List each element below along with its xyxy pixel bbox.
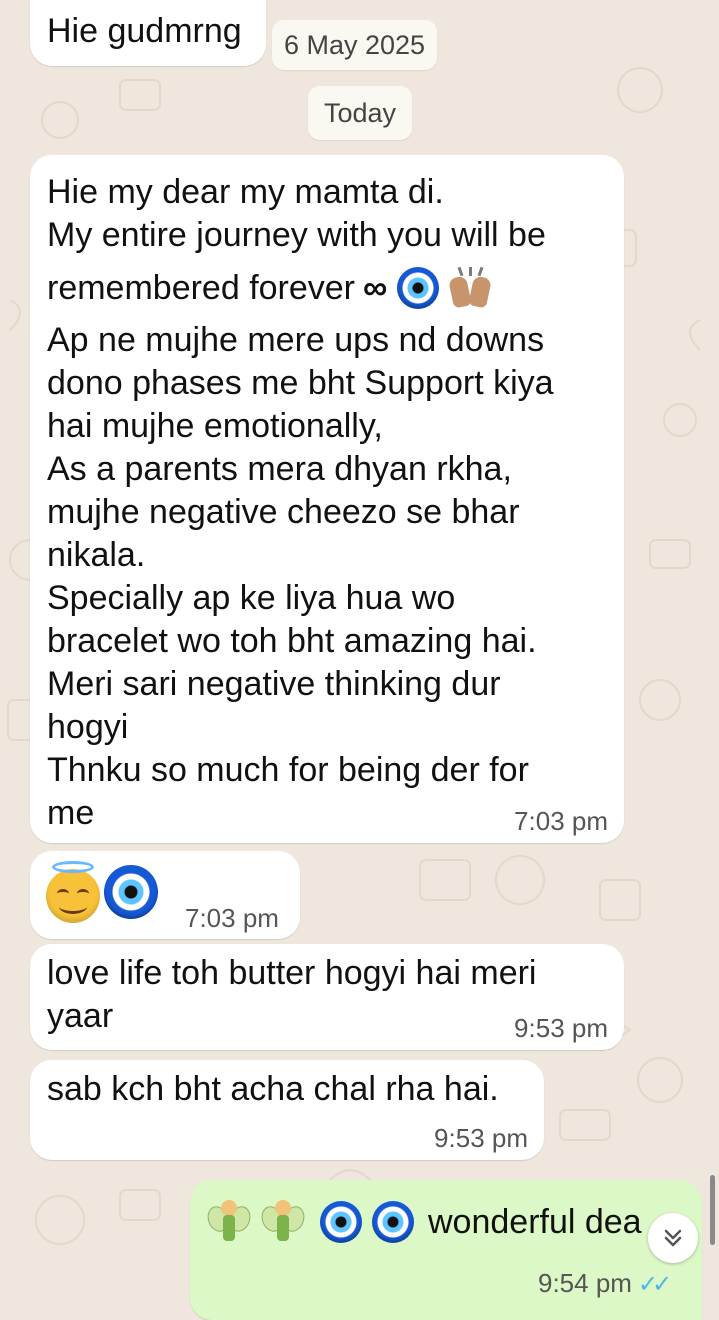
fairy-icon bbox=[204, 1198, 254, 1246]
message-text: wonderful dea bbox=[428, 1202, 642, 1241]
message-bubble-incoming[interactable]: Hie gudmrng bbox=[30, 0, 266, 66]
message-text: My entire journey with you will be bbox=[47, 216, 546, 254]
message-text: love life toh butter hogyi hai meri yaar bbox=[47, 954, 537, 1035]
message-text: Hie my dear my mamta di. bbox=[47, 173, 444, 211]
message-text: remembered forever bbox=[47, 268, 356, 307]
message-bubble-outgoing[interactable]: wonderful dea 9:54 pm ✓✓ bbox=[190, 1180, 702, 1320]
message-time: 9:53 pm bbox=[434, 1123, 528, 1153]
evil-eye-icon bbox=[104, 865, 158, 919]
message-bubble-incoming[interactable]: 7:03 pm bbox=[30, 851, 300, 939]
date-separator: 6 May 2025 bbox=[272, 20, 437, 70]
message-text: Ap ne mujhe mere ups nd downs dono phase… bbox=[47, 321, 554, 832]
message-text: Hie gudmrng bbox=[47, 12, 242, 50]
message-bubble-incoming[interactable]: love life toh butter hogyi hai meri yaar… bbox=[30, 944, 624, 1050]
raised-hands-icon bbox=[447, 266, 493, 309]
infinity-icon: ∞ bbox=[363, 268, 388, 307]
message-time: 9:54 pm ✓✓ bbox=[538, 1268, 672, 1298]
message-time: 9:53 pm bbox=[514, 1013, 608, 1043]
evil-eye-icon bbox=[397, 267, 440, 309]
message-bubble-incoming[interactable]: Hie my dear my mamta di. My entire journ… bbox=[30, 155, 624, 843]
scrollbar[interactable] bbox=[710, 1175, 715, 1245]
message-text: sab kch bht acha chal rha hai. bbox=[47, 1070, 499, 1108]
message-time: 7:03 pm bbox=[514, 806, 608, 836]
read-ticks-icon: ✓✓ bbox=[637, 1271, 672, 1298]
message-time: 7:03 pm bbox=[185, 903, 279, 933]
chevron-double-down-icon bbox=[664, 1229, 682, 1247]
scroll-to-bottom-button[interactable] bbox=[648, 1213, 698, 1263]
smiling-face-with-halo-icon bbox=[46, 861, 100, 923]
evil-eye-icon bbox=[320, 1201, 362, 1243]
message-bubble-incoming[interactable]: sab kch bht acha chal rha hai. 9:53 pm bbox=[30, 1060, 544, 1160]
evil-eye-icon bbox=[372, 1201, 414, 1243]
today-separator: Today bbox=[308, 86, 412, 140]
fairy-icon bbox=[258, 1198, 308, 1246]
